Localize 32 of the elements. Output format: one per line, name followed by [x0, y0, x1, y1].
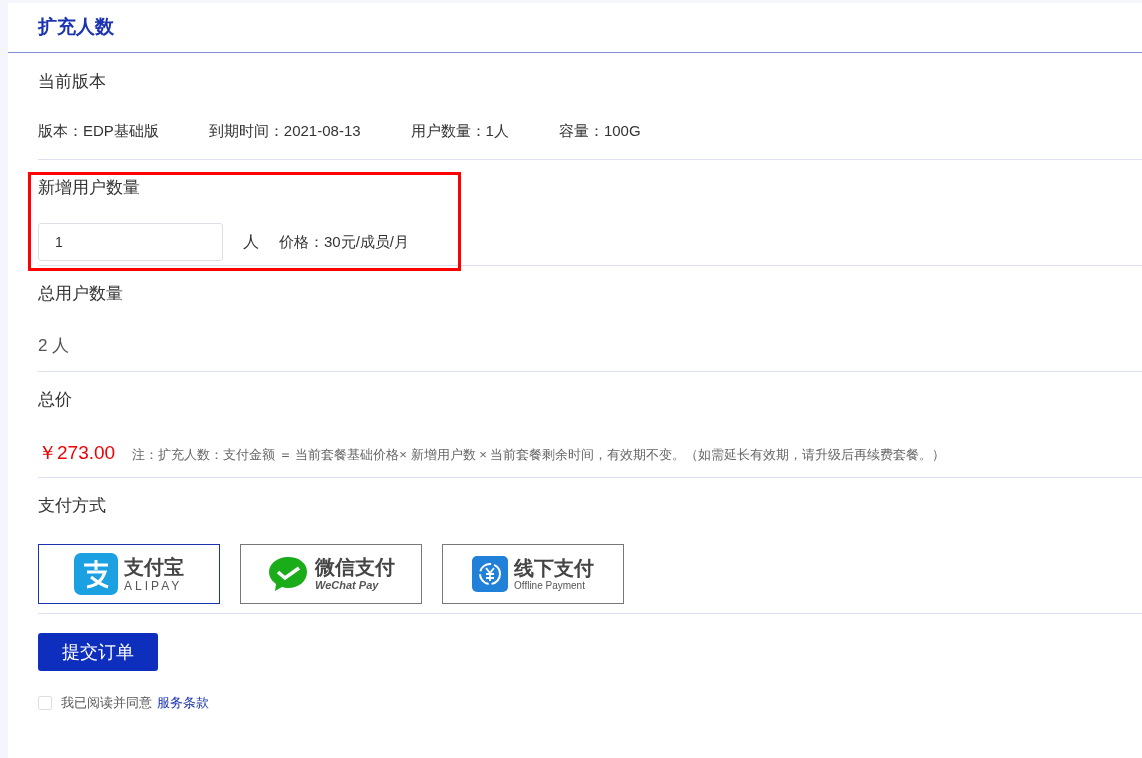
payment-subtitle: ALIPAY	[124, 579, 183, 592]
payment-subtitle: WeChat Pay	[315, 580, 379, 591]
yuan-cycle-icon	[472, 556, 508, 592]
payment-title: 支付宝	[124, 556, 184, 577]
payment-title: 微信支付	[315, 557, 395, 577]
section-heading: 当前版本	[38, 71, 107, 93]
price-text: 价格：30元/成员/月	[279, 231, 410, 252]
terms-link[interactable]: 服务条款	[157, 693, 209, 713]
agreement-text: 我已阅读并同意	[61, 694, 152, 712]
total-users-value: 2 人	[38, 335, 71, 357]
agreement-checkbox[interactable]	[38, 695, 52, 710]
page-title: 扩充人数	[38, 15, 114, 40]
section-heading: 总价	[38, 389, 73, 411]
info-text: 到期时间：2021-08-13	[208, 121, 361, 141]
unit-text: 人	[243, 232, 259, 252]
payment-subtitle: Offline Payment	[514, 580, 585, 591]
info-text: 容量：100G	[558, 121, 641, 141]
alipay-logo-icon	[74, 553, 118, 595]
number-input[interactable]: 1	[38, 223, 223, 261]
payment-title: 线下支付	[514, 557, 594, 578]
submit-button[interactable]: 提交订单	[38, 633, 158, 671]
info-text: 用户数量：1人	[410, 121, 509, 141]
section-heading: 总用户数量	[38, 283, 124, 305]
price-note: 注：扩充人数：支付金额 ＝ 当前套餐基础价格× 新增用户数 × 当前套餐剩余时间，有效期不变。（如需延长有效期，请升级后再续费套餐。）	[132, 446, 946, 464]
price-amount: ￥273.00	[38, 441, 116, 465]
section-heading: 新增用户数量	[38, 177, 141, 199]
payment-option[interactable]: 微信支付 WeChat Pay	[240, 544, 422, 604]
chat-bubble-check-icon	[267, 555, 309, 593]
payment-option[interactable]: 支付宝 ALIPAY	[38, 544, 220, 604]
payment-option[interactable]: 线下支付 Offline Payment	[442, 544, 624, 604]
section-heading: 支付方式	[38, 495, 107, 517]
info-text: 版本：EDP基础版	[38, 121, 159, 141]
